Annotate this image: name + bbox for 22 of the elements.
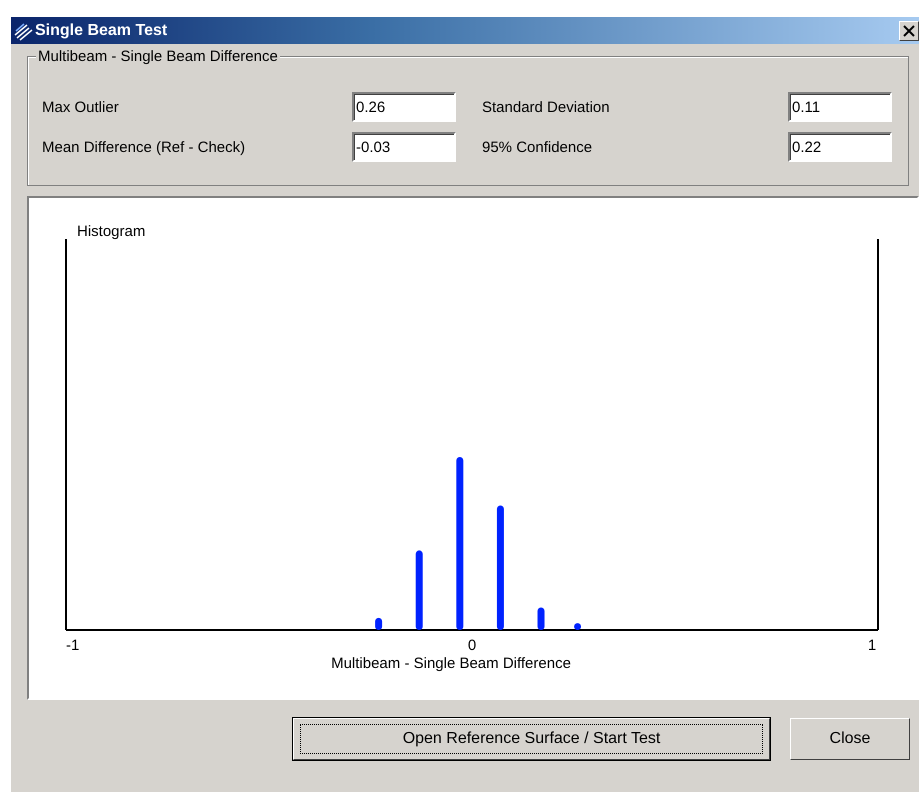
histogram-bar (538, 608, 545, 630)
window-title: Single Beam Test (35, 22, 168, 40)
start-test-button[interactable]: Open Reference Surface / Start Test (293, 718, 770, 760)
chart-title: Histogram (77, 223, 146, 240)
histogram-bar (375, 618, 382, 630)
field-label: Max Outlier (42, 98, 120, 116)
input-field[interactable]: 0.26 (352, 92, 456, 122)
tick-label: 1 (868, 637, 876, 654)
input-field[interactable]: -0.03 (352, 132, 456, 162)
x-axis-label: Multibeam - Single Beam Difference (331, 655, 571, 672)
close-icon[interactable] (899, 20, 919, 40)
field-label: 95% Confidence (482, 138, 594, 156)
histogram-bar (574, 623, 582, 630)
field-label: Standard Deviation (482, 98, 611, 116)
input-field[interactable]: 0.11 (788, 92, 892, 122)
tick-label: 0 (468, 637, 476, 654)
app-icon (13, 20, 33, 40)
group-title: Multibeam - Single Beam Difference (36, 48, 280, 65)
input-field[interactable]: 0.22 (788, 132, 892, 162)
tick-label: -1 (66, 637, 80, 654)
close-button[interactable]: Close (790, 718, 910, 760)
field-label: Mean Difference (Ref - Check) (42, 138, 246, 156)
